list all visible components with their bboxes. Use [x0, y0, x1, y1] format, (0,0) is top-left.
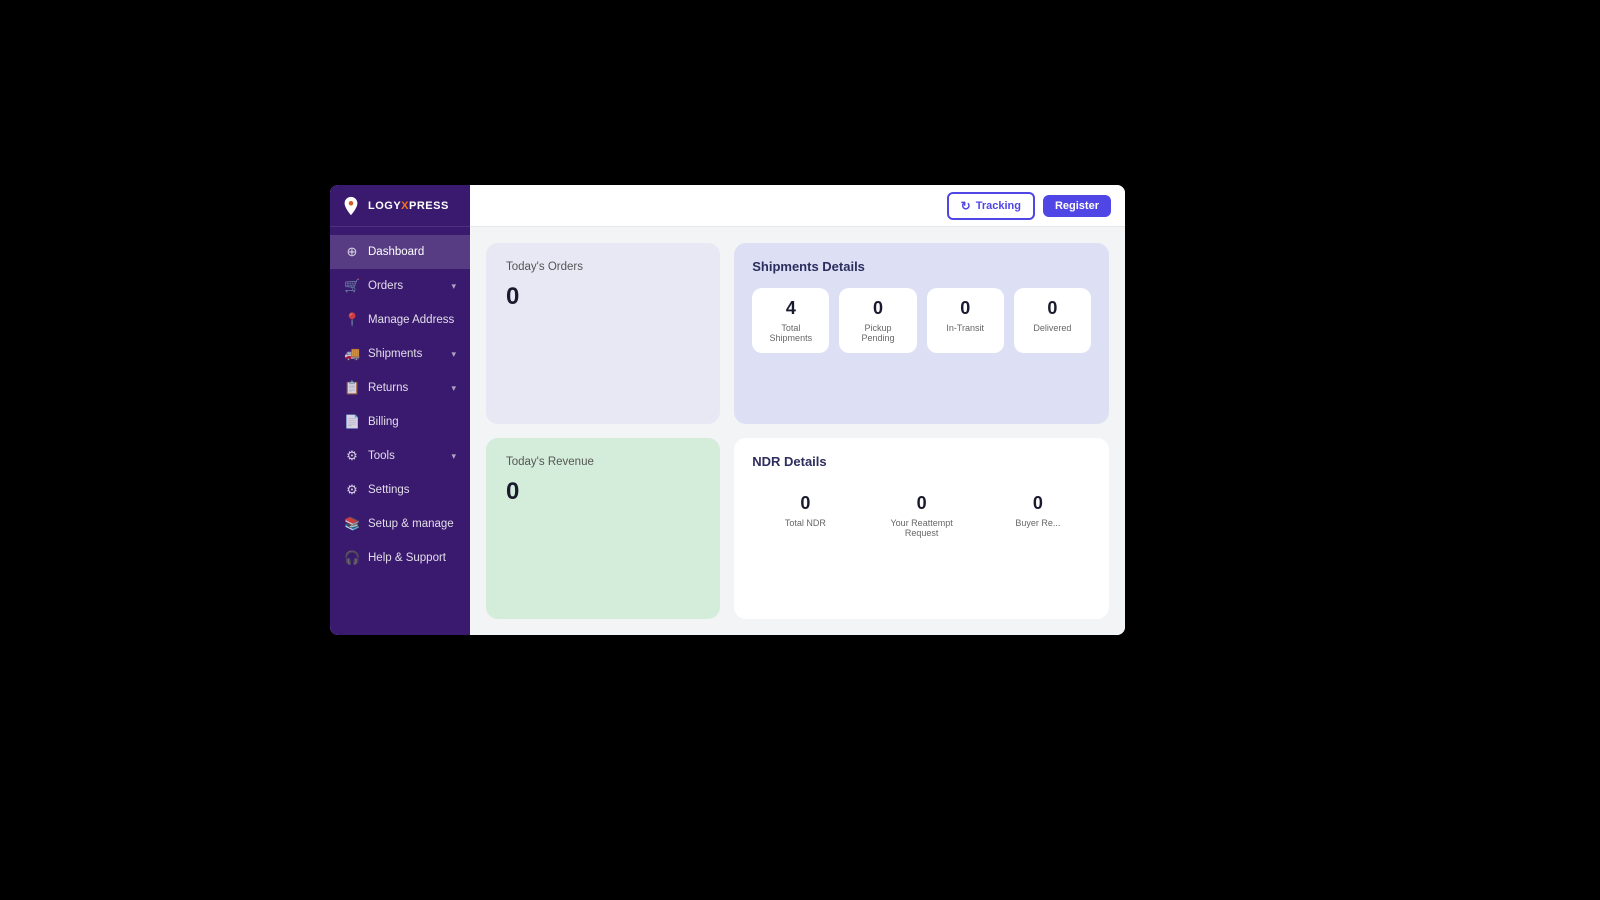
buyer-re-label: Buyer Re... — [1015, 518, 1060, 528]
chevron-down-icon: ▾ — [451, 281, 456, 292]
sidebar-item-manage-address[interactable]: 📍 Manage Address — [330, 303, 470, 337]
stat-total-ndr: 0 Total NDR — [752, 483, 858, 548]
register-label: Register — [1055, 200, 1099, 212]
sidebar-item-label: Tools — [368, 450, 395, 462]
returns-icon: 📋 — [344, 380, 360, 396]
todays-revenue-card: Today's Revenue 0 — [486, 438, 720, 619]
header: ↻ Tracking Register — [470, 185, 1125, 227]
total-ndr-label: Total NDR — [785, 518, 826, 528]
sidebar-item-tools[interactable]: ⚙ Tools ▾ — [330, 439, 470, 473]
total-ndr-value: 0 — [800, 493, 810, 514]
reattempt-label: Your Reattempt Request — [882, 518, 960, 538]
revenue-card-title: Today's Revenue — [506, 456, 700, 468]
sidebar-item-label: Orders — [368, 280, 403, 292]
pickup-pending-value: 0 — [873, 298, 883, 319]
pickup-pending-label: Pickup Pending — [853, 323, 902, 343]
buyer-re-value: 0 — [1033, 493, 1043, 514]
dashboard-content: Today's Orders 0 Shipments Details 4 Tot… — [470, 227, 1125, 635]
main-content: ↻ Tracking Register Today's Orders 0 Shi… — [470, 185, 1125, 635]
orders-icon: 🛒 — [344, 278, 360, 294]
address-icon: 📍 — [344, 312, 360, 328]
stat-reattempt: 0 Your Reattempt Request — [868, 483, 974, 548]
sidebar-item-returns[interactable]: 📋 Returns ▾ — [330, 371, 470, 405]
total-shipments-value: 4 — [786, 298, 796, 319]
shipments-details-title: Shipments Details — [752, 259, 1091, 274]
sidebar-item-label: Shipments — [368, 348, 422, 360]
stat-pickup-pending: 0 Pickup Pending — [839, 288, 916, 353]
logo: LOGYXPRESS — [330, 185, 470, 227]
in-transit-value: 0 — [960, 298, 970, 319]
settings-icon: ⚙ — [344, 482, 360, 498]
billing-icon: 📄 — [344, 414, 360, 430]
shipments-icon: 🚚 — [344, 346, 360, 362]
sidebar-item-orders[interactable]: 🛒 Orders ▾ — [330, 269, 470, 303]
register-button[interactable]: Register — [1043, 195, 1111, 217]
orders-card-title: Today's Orders — [506, 261, 700, 273]
help-icon: 🎧 — [344, 550, 360, 566]
revenue-card-value: 0 — [506, 478, 700, 506]
sidebar-item-label: Dashboard — [368, 246, 424, 258]
orders-card-value: 0 — [506, 283, 700, 311]
delivered-value: 0 — [1047, 298, 1057, 319]
sidebar-nav: ⊕ Dashboard 🛒 Orders ▾ 📍 Manage Address … — [330, 227, 470, 583]
sidebar-item-shipments[interactable]: 🚚 Shipments ▾ — [330, 337, 470, 371]
shipments-details-card: Shipments Details 4 Total Shipments 0 Pi… — [734, 243, 1109, 424]
ndr-stats-row: 0 Total NDR 0 Your Reattempt Request 0 B… — [752, 483, 1091, 548]
sidebar-item-help-support[interactable]: 🎧 Help & Support — [330, 541, 470, 575]
dashboard-icon: ⊕ — [344, 244, 360, 260]
setup-icon: 📚 — [344, 516, 360, 532]
tracking-button[interactable]: ↻ Tracking — [947, 192, 1035, 220]
chevron-down-icon: ▾ — [451, 451, 456, 462]
ndr-details-title: NDR Details — [752, 454, 1091, 469]
stat-delivered: 0 Delivered — [1014, 288, 1091, 353]
logo-text: LOGYXPRESS — [368, 200, 449, 212]
sidebar-item-dashboard[interactable]: ⊕ Dashboard — [330, 235, 470, 269]
stat-total-shipments: 4 Total Shipments — [752, 288, 829, 353]
tracking-label: Tracking — [976, 200, 1021, 212]
refresh-icon: ↻ — [961, 199, 971, 213]
sidebar-item-label: Help & Support — [368, 552, 446, 564]
ndr-details-card: NDR Details 0 Total NDR 0 Your Reattempt… — [734, 438, 1109, 619]
in-transit-label: In-Transit — [946, 323, 984, 333]
chevron-down-icon: ▾ — [451, 383, 456, 394]
stat-in-transit: 0 In-Transit — [927, 288, 1004, 353]
shipments-stats-row: 4 Total Shipments 0 Pickup Pending 0 In-… — [752, 288, 1091, 353]
reattempt-value: 0 — [917, 493, 927, 514]
todays-orders-card: Today's Orders 0 — [486, 243, 720, 424]
sidebar: LOGYXPRESS ⊕ Dashboard 🛒 Orders ▾ 📍 Mana… — [330, 185, 470, 635]
logo-icon — [340, 195, 362, 217]
tools-icon: ⚙ — [344, 448, 360, 464]
sidebar-item-setup-manage[interactable]: 📚 Setup & manage — [330, 507, 470, 541]
sidebar-item-label: Returns — [368, 382, 408, 394]
total-shipments-label: Total Shipments — [766, 323, 815, 343]
sidebar-item-label: Billing — [368, 416, 399, 428]
sidebar-item-label: Settings — [368, 484, 410, 496]
sidebar-item-label: Setup & manage — [368, 518, 454, 530]
sidebar-item-label: Manage Address — [368, 314, 454, 326]
sidebar-item-settings[interactable]: ⚙ Settings — [330, 473, 470, 507]
stat-buyer-re: 0 Buyer Re... — [985, 483, 1091, 548]
chevron-down-icon: ▾ — [451, 349, 456, 360]
sidebar-item-billing[interactable]: 📄 Billing — [330, 405, 470, 439]
delivered-label: Delivered — [1033, 323, 1071, 333]
